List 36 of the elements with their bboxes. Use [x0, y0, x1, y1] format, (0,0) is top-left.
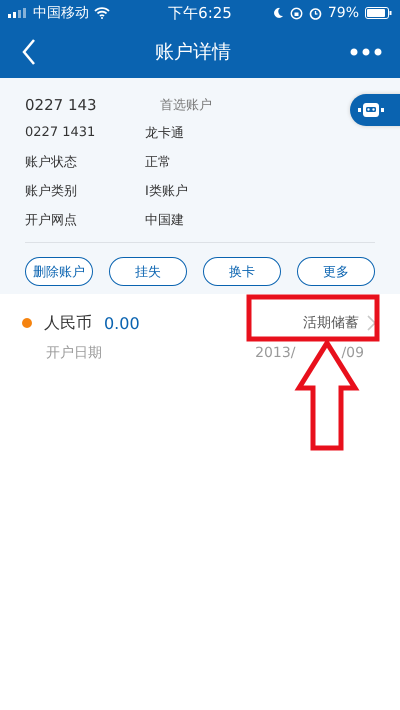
field-label: 开户网点	[25, 212, 78, 228]
balance-amount: 0.00	[104, 314, 140, 332]
open-date: 2013/	[255, 345, 296, 361]
preferred-account-label: 首选账户	[160, 97, 212, 114]
battery-icon	[365, 7, 392, 19]
page-title: 账户详情	[155, 40, 231, 65]
field-label: 账户状态	[25, 154, 78, 170]
action-button[interactable]: 更多	[297, 257, 375, 286]
robot-icon	[356, 101, 386, 119]
back-icon	[22, 39, 36, 65]
currency-label: 人民币	[44, 312, 92, 334]
action-button[interactable]: 删除账户	[25, 257, 93, 286]
assistant-button[interactable]	[350, 94, 400, 126]
field-value: I类账户	[145, 182, 188, 200]
field-value: 中国建	[145, 212, 184, 228]
account-number: 0227 143	[25, 96, 98, 114]
action-button[interactable]: 换卡	[203, 257, 281, 286]
action-button[interactable]: 挂失	[109, 257, 187, 286]
date-label: 开户日期	[46, 344, 102, 362]
field-value: 正常	[145, 154, 171, 170]
alarm-icon	[308, 6, 322, 20]
field-value: 龙卡通	[145, 124, 184, 142]
account-type: 活期储蓄	[303, 314, 359, 332]
open-date: /09	[341, 345, 364, 361]
signal-icon	[8, 8, 28, 18]
field-label: 0227 1431	[25, 125, 96, 140]
more-icon	[350, 48, 382, 56]
moon-icon	[272, 7, 284, 19]
wifi-icon	[94, 7, 110, 19]
rotation-lock-icon	[290, 6, 303, 20]
carrier-name: 中国移动	[33, 4, 89, 22]
chevron-icon	[367, 315, 376, 331]
sub-account-row[interactable]: 人民币 0.00 活期储蓄 开户日期 2013/ /09	[0, 294, 400, 368]
battery-percent: 79%	[328, 5, 359, 21]
field-label: 账户类别	[25, 182, 78, 200]
status-time: 下午6:25	[168, 4, 232, 22]
